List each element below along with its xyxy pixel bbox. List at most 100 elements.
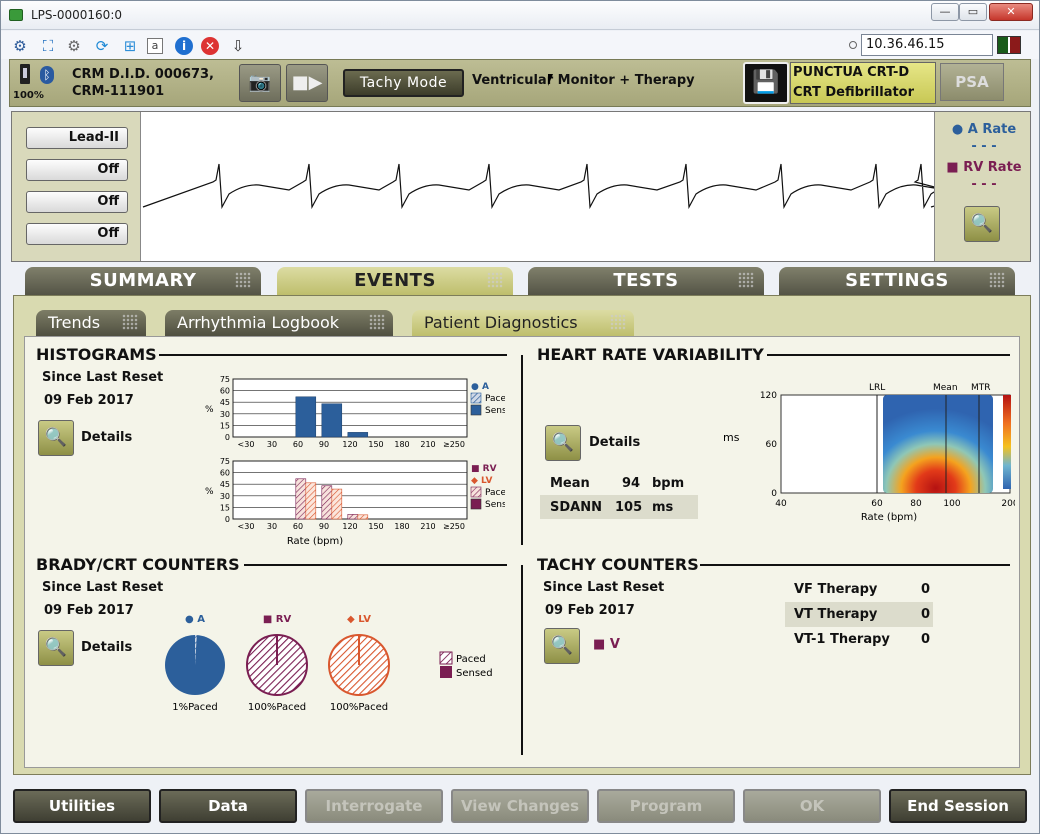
events-content: Trends Arrhythmia Logbook Patient Diagno… (13, 295, 1031, 775)
tachy-row: VT Therapy 0 (785, 602, 933, 627)
histogram-x-tick: ≥250 (443, 440, 465, 449)
info-icon[interactable]: i (175, 37, 193, 55)
legend-paced-swatch (439, 651, 453, 665)
histograms-details-button[interactable]: 🔍 (38, 420, 74, 456)
lead-select-4[interactable]: Off (26, 223, 128, 245)
tachy-v-text: V (609, 637, 620, 652)
histogram-bar-paced (321, 485, 333, 520)
data-button[interactable]: Data (159, 789, 297, 823)
camera-button[interactable]: 📷 (239, 64, 281, 102)
view-changes-button[interactable]: View Changes (451, 789, 589, 823)
end-session-button[interactable]: End Session (889, 789, 1027, 823)
tab-tests[interactable]: TESTS (528, 267, 764, 295)
histogram-x-tick: 120 (342, 522, 357, 531)
close-window-button[interactable]: ✕ (989, 3, 1033, 21)
window-title: LPS-0000160:0 (31, 8, 122, 22)
maximize-button[interactable]: ▭ (959, 3, 987, 21)
hrv-color-scale (1003, 395, 1011, 489)
tab-events[interactable]: EVENTS (277, 267, 513, 295)
tachy-title: TACHY COUNTERS (537, 555, 699, 574)
grip-icon (369, 314, 385, 330)
magnifier-icon: 🔍 (551, 432, 575, 453)
psa-button[interactable]: PSA (940, 63, 1004, 101)
hrv-details-button[interactable]: 🔍 (545, 425, 581, 461)
ok-button[interactable]: OK (743, 789, 881, 823)
subtab-patient-diagnostics[interactable]: Patient Diagnostics (412, 310, 634, 336)
minimize-button[interactable]: — (931, 3, 959, 21)
histogram-x-tick: 60 (293, 440, 303, 449)
lead-select-3[interactable]: Off (26, 191, 128, 213)
magnifier-icon: 🔍 (970, 213, 994, 234)
video-button[interactable]: ■▶ (286, 64, 328, 102)
histogram-frame (232, 378, 468, 438)
histogram-x-tick: 210 (420, 522, 435, 531)
lead-select-2[interactable]: Off (26, 159, 128, 181)
tachy-row-label: VT-1 Therapy (794, 632, 890, 647)
hrv-lrl-label: LRL (869, 383, 885, 393)
keyboard-icon[interactable]: a (147, 38, 163, 54)
histogram-bar-paced (305, 482, 317, 520)
legend-label: Paced (485, 394, 505, 404)
fullscreen-icon[interactable]: ⛶ (39, 37, 57, 55)
legend-sensed-label: Sensed (456, 668, 493, 679)
histogram-x-axis-label: Rate (bpm) (287, 536, 343, 547)
histogram-bar-sensed (321, 403, 343, 438)
tachy-details-button[interactable]: 🔍 (544, 628, 580, 664)
save-session-button[interactable]: 💾 (743, 62, 789, 104)
stop-icon[interactable]: ✕ (201, 37, 219, 55)
section-divider (767, 354, 1010, 356)
patient-diagnostics-panel: HISTOGRAMS Since Last Reset 09 Feb 2017 … (24, 336, 1020, 768)
subtab-trends[interactable]: Trends (36, 310, 146, 336)
hrv-mean-marker-label: Mean (933, 383, 958, 393)
hrv-x-tick: 80 (910, 499, 922, 509)
magnifier-icon: 🔍 (44, 637, 68, 658)
legend-marker: ■ RV (471, 464, 497, 474)
tachy-mode-button[interactable]: Tachy Mode (343, 69, 464, 97)
tab-settings-label: SETTINGS (845, 270, 949, 291)
histogram-bar-paced (357, 514, 369, 520)
network-icon[interactable]: ⚙ (11, 37, 29, 55)
hrv-x-tick: 200 (1001, 499, 1015, 509)
windows-icon[interactable]: ⊞ (121, 37, 139, 55)
histogram-x-tick: <30 (238, 522, 255, 531)
histogram-bar-sensed (347, 432, 369, 438)
battery-icon (20, 64, 30, 84)
refresh-icon[interactable]: ⟳ (93, 37, 111, 55)
download-icon[interactable]: ⇩ (229, 37, 247, 55)
histogram-y-tick: 45 (220, 480, 230, 489)
mode-text: Ventricular Monitor + Therapy (472, 73, 695, 88)
tachy-date: 09 Feb 2017 (545, 603, 635, 618)
brady-title: BRADY/CRT COUNTERS (36, 555, 240, 574)
histogram-bar-paced (331, 488, 343, 520)
histogram-y-tick: 75 (220, 457, 230, 466)
tachy-row-value: 0 (921, 582, 931, 597)
bluetooth-icon: ᛒ (40, 66, 54, 84)
subtab-arrhythmia-logbook[interactable]: Arrhythmia Logbook (165, 310, 393, 336)
tachy-v-label: ■ V (593, 637, 620, 652)
legend-swatch (470, 498, 482, 510)
gear-icon[interactable]: ⚙ (65, 37, 83, 55)
battery-percent: 100% (13, 90, 44, 101)
histogram-x-tick: 90 (319, 522, 329, 531)
lead-select-1[interactable]: Lead-II (26, 127, 128, 149)
brady-details-button[interactable]: 🔍 (38, 630, 74, 666)
rv-rate-label: RV Rate (963, 160, 1022, 175)
floppy-disk-icon: 💾 (752, 70, 780, 95)
ip-address-field[interactable]: 10.36.46.15 (861, 34, 993, 56)
interrogate-button[interactable]: Interrogate (305, 789, 443, 823)
section-divider (700, 564, 1010, 566)
histogram-y-tick: 15 (220, 503, 230, 512)
tab-summary[interactable]: SUMMARY (25, 267, 261, 295)
utilities-button[interactable]: Utilities (13, 789, 151, 823)
histogram-y-tick: 30 (220, 492, 230, 501)
pie-percent-label: 100%Paced (248, 702, 306, 713)
tab-settings[interactable]: SETTINGS (779, 267, 1015, 295)
hrv-sdann-label: SDANN (550, 500, 602, 515)
hrv-x-tick: 60 (871, 499, 883, 509)
program-button[interactable]: Program (597, 789, 735, 823)
hrv-x-axis-label: Rate (bpm) (861, 512, 917, 523)
device-name-panel: PUNCTUA CRT-D CRT Defibrillator (790, 62, 936, 104)
ecg-zoom-button[interactable]: 🔍 (964, 206, 1000, 242)
legend-swatch (470, 404, 482, 416)
hrv-mtr-label: MTR (971, 383, 991, 393)
